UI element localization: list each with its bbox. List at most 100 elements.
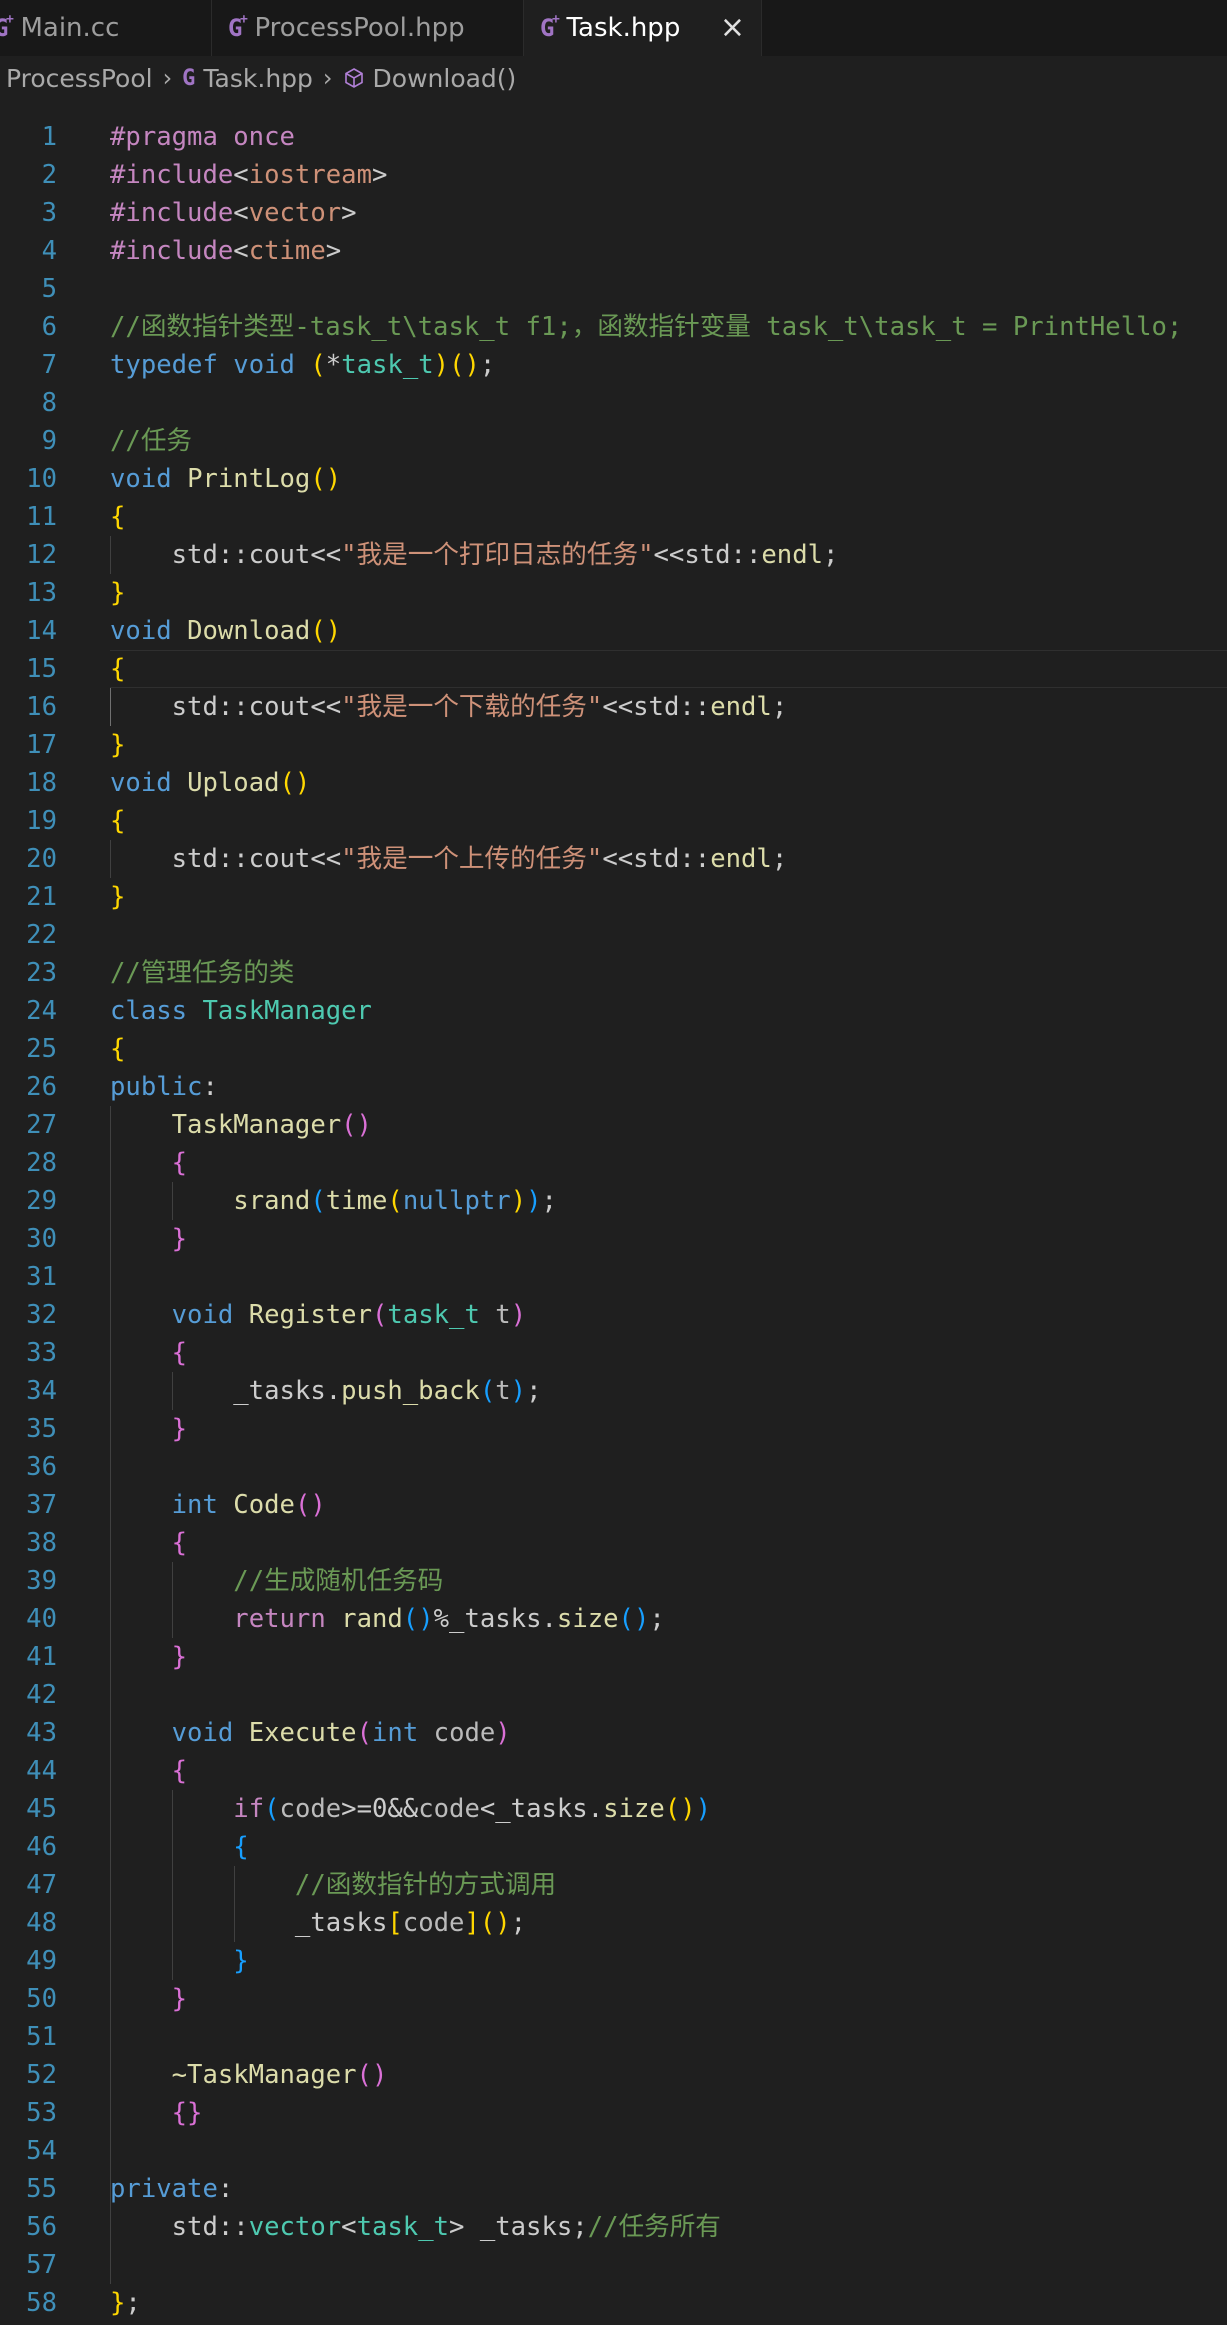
- code-line[interactable]: 38 {: [0, 1524, 1227, 1562]
- breadcrumb-symbol[interactable]: Download(): [343, 63, 517, 93]
- code-text: }: [110, 1942, 248, 1980]
- code-line[interactable]: 50 }: [0, 1980, 1227, 2018]
- code-token: return: [233, 1604, 326, 1634]
- code-line[interactable]: 48 _tasks[code]();: [0, 1904, 1227, 1942]
- code-text: void Execute(int code): [110, 1714, 511, 1752]
- code-line[interactable]: 14 void Download(): [0, 612, 1227, 650]
- code-line[interactable]: 28 {: [0, 1144, 1227, 1182]
- code-line[interactable]: 26 public:: [0, 1068, 1227, 1106]
- code-line[interactable]: 16 std::cout<<"我是一个下载的任务"<<std::endl;: [0, 688, 1227, 726]
- code-line[interactable]: 21}: [0, 878, 1227, 916]
- code-text: if(code>=0&&code<_tasks.size()): [110, 1790, 711, 1828]
- code-line[interactable]: 55 private:: [0, 2170, 1227, 2208]
- breadcrumb-folder[interactable]: ProcessPool: [6, 64, 153, 93]
- code-token: }: [110, 730, 126, 760]
- code-line[interactable]: 7 typedef void (*task_t)();: [0, 346, 1227, 384]
- code-token: (): [618, 1604, 650, 1634]
- code-text: std::cout<<"我是一个打印日志的任务"<<std::endl;: [110, 536, 839, 574]
- code-line[interactable]: 13}: [0, 574, 1227, 612]
- code-line[interactable]: 22: [0, 916, 1227, 954]
- code-line[interactable]: 11 {: [0, 498, 1227, 536]
- code-token: {: [171, 1756, 188, 1786]
- code-line[interactable]: 40 return rand()%_tasks.size();: [0, 1600, 1227, 1638]
- tab-label: Task.hpp: [566, 13, 681, 43]
- code-token: {: [171, 1148, 188, 1178]
- code-line[interactable]: 18 void Upload(): [0, 764, 1227, 802]
- code-token: ;: [771, 692, 788, 722]
- tab-task-hpp[interactable]: G + Task.hpp ×: [524, 0, 762, 56]
- code-line[interactable]: 31: [0, 1258, 1227, 1296]
- code-line[interactable]: 2 #include<iostream>: [0, 156, 1227, 194]
- code-line[interactable]: 33 {: [0, 1334, 1227, 1372]
- code-token: ;: [823, 540, 839, 570]
- code-line[interactable]: 25 {: [0, 1030, 1227, 1068]
- code-line[interactable]: 43 void Execute(int code): [0, 1714, 1227, 1752]
- code-line[interactable]: 51: [0, 2018, 1227, 2056]
- code-token: (: [479, 1376, 496, 1406]
- line-number: 15: [26, 654, 57, 684]
- code-line[interactable]: 27 TaskManager(): [0, 1106, 1227, 1144]
- code-line[interactable]: 19 {: [0, 802, 1227, 840]
- code-token: ;: [125, 2288, 141, 2318]
- code-token: push_back: [341, 1376, 480, 1406]
- code-editor[interactable]: 1 #pragma once 2 #include<iostream> 3 #includ…: [0, 100, 1227, 2325]
- code-token: (): [664, 1794, 696, 1824]
- line-number: 42: [26, 1680, 57, 1710]
- tab-main-cc[interactable]: G + Main.cc: [0, 0, 212, 56]
- code-line[interactable]: 35 }: [0, 1410, 1227, 1448]
- code-line[interactable]: 32 void Register(task_t t): [0, 1296, 1227, 1334]
- tab-processpool-hpp[interactable]: G + ProcessPool.hpp: [212, 0, 524, 56]
- code-token: [: [387, 1908, 403, 1938]
- code-line[interactable]: 1 #pragma once: [0, 118, 1227, 156]
- code-line[interactable]: 57: [0, 2246, 1227, 2284]
- code-text: int Code(): [110, 1486, 326, 1524]
- code-line[interactable]: 29 srand(time(nullptr));: [0, 1182, 1227, 1220]
- code-line[interactable]: 54: [0, 2132, 1227, 2170]
- breadcrumb-symbol-label: Download(): [372, 63, 517, 93]
- code-line[interactable]: 36: [0, 1448, 1227, 1486]
- code-line[interactable]: 58};: [0, 2284, 1227, 2322]
- code-line[interactable]: 10 void PrintLog(): [0, 460, 1227, 498]
- close-icon[interactable]: ×: [720, 10, 745, 45]
- code-line[interactable]: 52 ~TaskManager(): [0, 2056, 1227, 2094]
- code-line[interactable]: 42: [0, 1676, 1227, 1714]
- code-line[interactable]: 12 std::cout<<"我是一个打印日志的任务"<<std::endl;: [0, 536, 1227, 574]
- code-line[interactable]: 30 }: [0, 1220, 1227, 1258]
- code-line[interactable]: 39 //生成随机任务码: [0, 1562, 1227, 1600]
- code-line[interactable]: 8: [0, 384, 1227, 422]
- code-line[interactable]: 3 #include<vector>: [0, 194, 1227, 232]
- code-line[interactable]: 46 {: [0, 1828, 1227, 1866]
- code-token: {: [233, 1832, 249, 1862]
- code-line[interactable]: 53 {}: [0, 2094, 1227, 2132]
- code-token: public: [110, 1072, 203, 1102]
- code-line[interactable]: 41 }: [0, 1638, 1227, 1676]
- code-line[interactable]: 15 {: [0, 650, 1227, 688]
- code-line[interactable]: 17}: [0, 726, 1227, 764]
- code-line[interactable]: 34 _tasks.push_back(t);: [0, 1372, 1227, 1410]
- line-number: 58: [26, 2288, 57, 2318]
- breadcrumb-file[interactable]: G Task.hpp: [182, 64, 313, 93]
- code-text: //函数指针的方式调用: [110, 1866, 556, 1904]
- code-line[interactable]: 49 }: [0, 1942, 1227, 1980]
- tab-label: ProcessPool.hpp: [254, 13, 465, 43]
- code-line[interactable]: 37 int Code(): [0, 1486, 1227, 1524]
- code-line[interactable]: 44 {: [0, 1752, 1227, 1790]
- code-line[interactable]: 47 //函数指针的方式调用: [0, 1866, 1227, 1904]
- code-line[interactable]: 5: [0, 270, 1227, 308]
- code-line[interactable]: 45 if(code>=0&&code<_tasks.size()): [0, 1790, 1227, 1828]
- code-line[interactable]: 24 class TaskManager: [0, 992, 1227, 1030]
- code-line[interactable]: 23 //管理任务的类: [0, 954, 1227, 992]
- code-line[interactable]: 56 std::vector<task_t> _tasks;//任务所有: [0, 2208, 1227, 2246]
- code-line[interactable]: 20 std::cout<<"我是一个上传的任务"<<std::endl;: [0, 840, 1227, 878]
- code-line[interactable]: 6 //函数指针类型-task_t\task_t f1;，函数指针变量 task_…: [0, 308, 1227, 346]
- code-token: }: [171, 1414, 188, 1444]
- code-token: code: [418, 1794, 480, 1824]
- code-line[interactable]: 4 #include<ctime>: [0, 232, 1227, 270]
- breadcrumb-folder-label: ProcessPool: [6, 63, 153, 93]
- code-line[interactable]: 9 //任务: [0, 422, 1227, 460]
